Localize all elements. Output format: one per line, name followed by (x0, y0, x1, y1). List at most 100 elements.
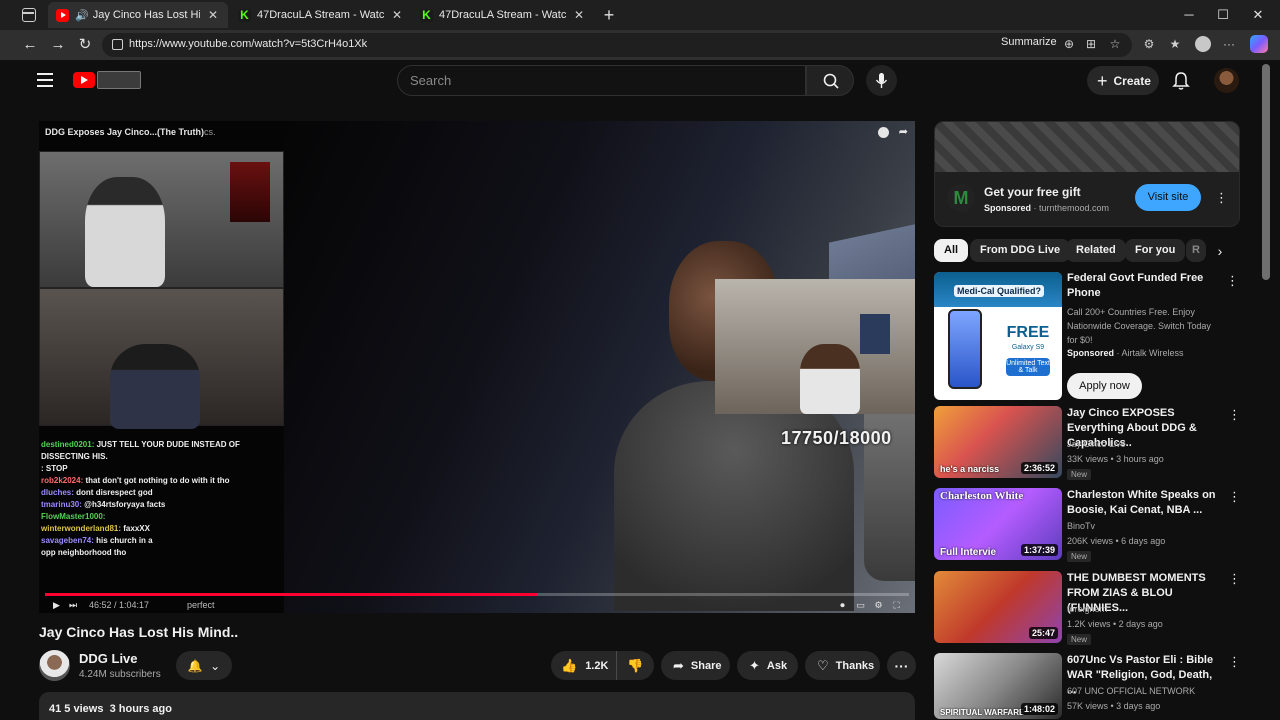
fullscreen-icon[interactable]: ⛶ (891, 599, 902, 611)
chat-overlay-tail: perfect (187, 600, 215, 610)
channel-avatar[interactable] (39, 650, 70, 681)
more-horizontal-icon: ··· (894, 657, 909, 674)
sponsored-ad-card[interactable]: M Get your free gift Sponsored · turnthe… (934, 121, 1240, 227)
voice-search-button[interactable] (866, 65, 897, 96)
rec-more-icon[interactable]: ⋮ (1228, 655, 1241, 669)
rec-channel[interactable]: Jay Cinco Live (1067, 437, 1126, 452)
rec-more-icon[interactable]: ⋮ (1228, 490, 1241, 504)
app-available-icon[interactable]: ⊞ (1083, 36, 1099, 52)
share-button[interactable]: ➦ Share (661, 651, 730, 680)
ad-thumbnail[interactable]: Medi-Cal Qualified? FREE Galaxy S9 Unlim… (934, 272, 1062, 400)
address-bar[interactable]: https://www.youtube.com/watch?v=5t3CrH4o… (102, 33, 1132, 57)
close-tab-icon[interactable]: ✕ (572, 8, 586, 22)
rec-channel[interactable]: foreignerrr (1067, 602, 1109, 617)
ask-button[interactable]: ✦ Ask (737, 651, 798, 680)
next-icon[interactable]: ⏭ (69, 599, 77, 611)
player-share-icon[interactable]: ➦ (899, 125, 908, 138)
favorites-icon[interactable]: ★ (1167, 36, 1183, 52)
youtube-doodle-logo[interactable] (97, 71, 141, 89)
subtitles-icon[interactable]: ▭ (855, 599, 866, 611)
advertiser-logo: M (947, 184, 975, 212)
play-icon[interactable]: ▶ (53, 599, 63, 611)
ad-more-icon[interactable]: ⋮ (1215, 191, 1228, 205)
copilot-icon[interactable] (1250, 35, 1268, 53)
chat-line: FlowMaster1000: (41, 512, 106, 521)
ad-video-title[interactable]: Federal Govt Funded Free Phone (1067, 271, 1217, 301)
rec-channel[interactable]: BinoTv (1067, 519, 1095, 534)
video-thumbnail[interactable]: he's a narciss 2:36:52 (934, 406, 1062, 478)
settings-gear-icon[interactable]: ⚙ (873, 599, 884, 611)
video-thumbnail[interactable]: 25:47 (934, 571, 1062, 643)
video-thumbnail[interactable]: SPIRITUAL WARFARE 1:48:02 (934, 653, 1062, 719)
page-scrollbar[interactable] (1262, 64, 1270, 280)
chevron-right-icon[interactable]: › (1212, 243, 1228, 259)
account-avatar[interactable] (1214, 68, 1239, 93)
browser-tab-kick-2[interactable]: K 47DracuLA Stream - Watch Live o ✕ (412, 2, 594, 28)
back-icon[interactable]: ← (20, 35, 40, 55)
dislike-button[interactable]: 👎 (617, 658, 654, 674)
video-player[interactable]: DDG Exposes Jay Cinco...(The Truth)cs. ➦… (39, 121, 915, 613)
search-box[interactable] (397, 65, 806, 96)
minimize-icon[interactable]: ─ (1179, 5, 1199, 25)
rec-video-title[interactable]: Charleston White Speaks on Boosie, Kai C… (1067, 488, 1217, 518)
chip-truncated[interactable]: R (1186, 239, 1206, 262)
close-tab-icon[interactable]: ✕ (206, 8, 220, 22)
rec-views-age: 206K views • 6 days ago (1067, 536, 1166, 546)
progress-bar[interactable] (45, 593, 909, 596)
forward-icon[interactable]: → (48, 35, 68, 55)
like-dislike-group: 👍 1.2K 👎 (551, 651, 654, 680)
refresh-icon[interactable]: ↻ (75, 35, 95, 55)
ad-more-icon[interactable]: ⋮ (1226, 274, 1239, 288)
view-count: 41 5 views 3 hours ago (49, 703, 172, 715)
description-box[interactable]: 41 5 views 3 hours ago (39, 692, 915, 720)
settings-more-icon[interactable]: ··· (1221, 36, 1237, 52)
visit-site-button[interactable]: Visit site (1135, 184, 1201, 211)
microphone-icon (875, 73, 888, 88)
close-tab-icon[interactable]: ✕ (390, 8, 404, 22)
channel-name[interactable]: DDG Live (79, 651, 138, 666)
like-button[interactable]: 👍 1.2K (551, 651, 617, 680)
plus-icon: + (1097, 70, 1108, 91)
browser-tab-youtube[interactable]: 🔊 Jay Cinco Has Lost His Mind.. ✕ (48, 2, 228, 28)
browser-profile-avatar[interactable] (1195, 36, 1211, 52)
youtube-logo-icon[interactable] (73, 72, 95, 88)
tab-actions-icon[interactable] (22, 8, 36, 22)
browser-tab-bar: 🔊 Jay Cinco Has Lost His Mind.. ✕ K 47Dr… (0, 0, 1280, 30)
chip-from-ddg-live[interactable]: From DDG Live (970, 239, 1071, 262)
close-window-icon[interactable]: ✕ (1248, 5, 1268, 25)
time-display: 46:52 / 1:04:17 (89, 600, 150, 610)
extensions-icon[interactable]: ⚙ (1141, 36, 1157, 52)
video-thumbnail[interactable]: Charleston White Full Intervie 1:37:39 (934, 488, 1062, 560)
browser-tab-kick-1[interactable]: K 47DracuLA Stream - Watch Live o ✕ (230, 2, 412, 28)
autoplay-toggle-icon[interactable]: ⏺ (837, 599, 848, 611)
notifications-button[interactable] (1170, 70, 1192, 92)
chip-related[interactable]: Related (1066, 239, 1126, 262)
ad-meta: Sponsored · turnthemood.com (984, 203, 1110, 213)
favorite-star-icon[interactable]: ☆ (1107, 36, 1123, 52)
rec-more-icon[interactable]: ⋮ (1228, 408, 1241, 422)
watch-later-icon[interactable] (878, 127, 889, 138)
create-button[interactable]: + Create (1087, 66, 1159, 95)
site-info-icon[interactable] (112, 39, 123, 50)
chat-line: : STOP (41, 464, 68, 473)
reader-mode-icon[interactable]: ⊕ (1061, 36, 1077, 52)
chip-all[interactable]: All (934, 239, 969, 262)
more-actions-button[interactable]: ··· (887, 651, 916, 680)
search-button[interactable] (806, 65, 854, 96)
chip-for-you[interactable]: For you (1125, 239, 1186, 262)
guide-menu-icon[interactable] (37, 73, 53, 87)
tab-title: 47DracuLA Stream - Watch Live o (439, 9, 566, 21)
rec-more-icon[interactable]: ⋮ (1228, 572, 1241, 586)
new-tab-icon[interactable]: + (600, 5, 618, 25)
speaker-icon[interactable]: 🔊 (75, 9, 89, 22)
thanks-button[interactable]: ♡ Thanks (805, 651, 880, 680)
maximize-icon[interactable]: ☐ (1213, 5, 1233, 25)
new-badge: New (1067, 551, 1092, 562)
subscribed-bell-button[interactable]: 🔔 ⌄ (176, 651, 232, 680)
apply-now-button[interactable]: Apply now (1067, 373, 1142, 399)
rec-channel[interactable]: 607 UNC OFFICIAL NETWORK (1067, 684, 1195, 699)
player-overlay-title[interactable]: DDG Exposes Jay Cinco...(The Truth)cs. (45, 127, 216, 137)
summarize-button[interactable]: Summarize (1001, 36, 1057, 48)
search-input[interactable] (410, 73, 790, 88)
chat-line: tmarinu30: @h34rtsforyaya facts (41, 500, 166, 509)
